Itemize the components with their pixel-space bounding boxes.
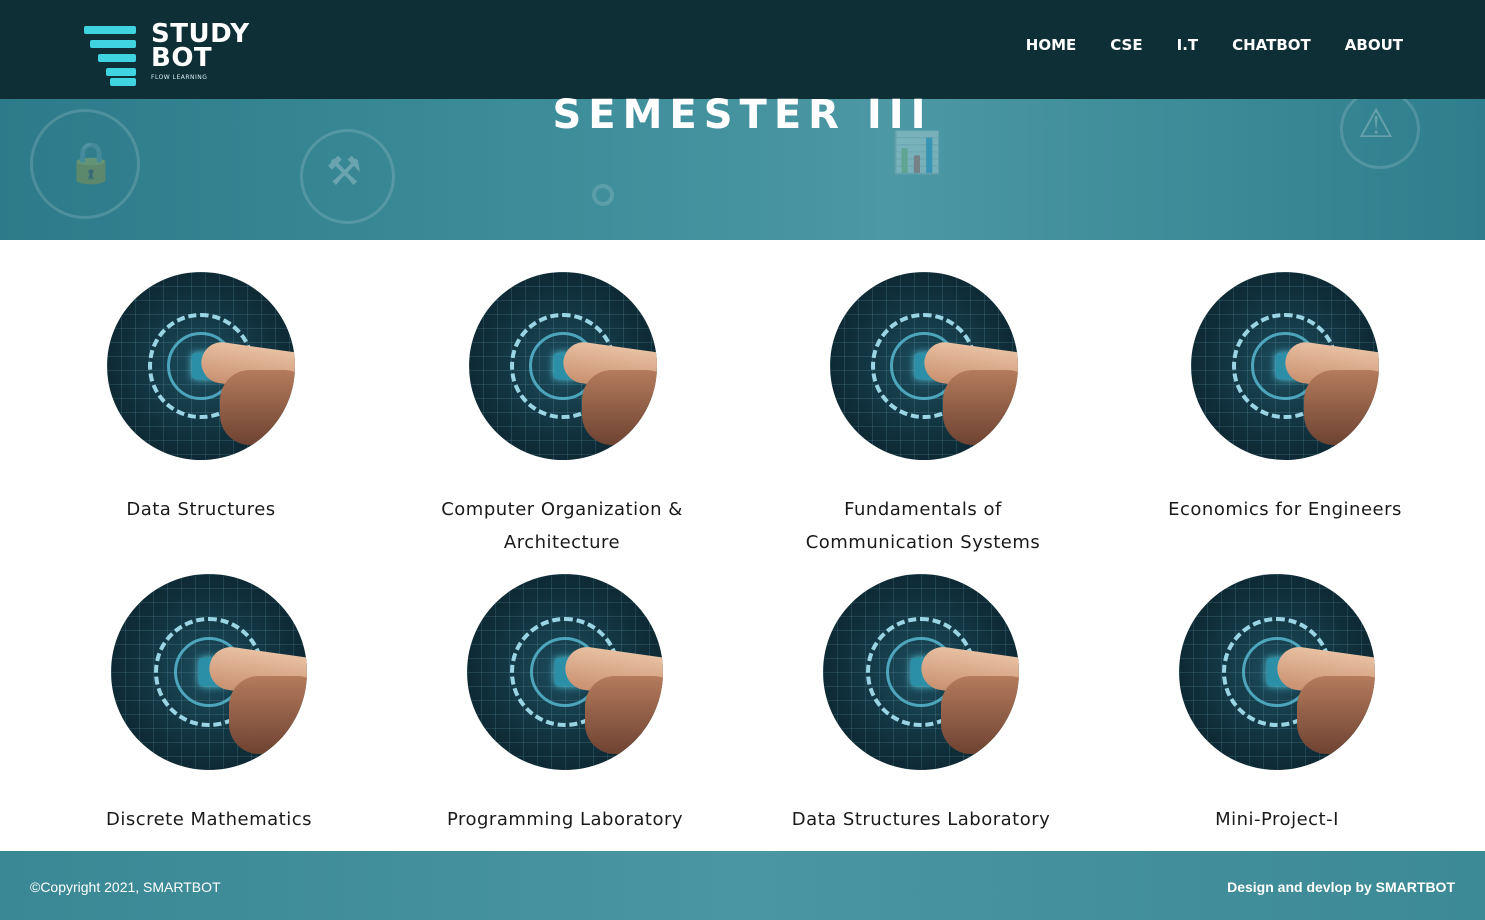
logo-bar-icon: [106, 68, 136, 76]
logo-line-2: BOT: [151, 43, 213, 73]
copyright-text: ©Copyright 2021, SMARTBOT: [30, 879, 221, 895]
nav-cse-link[interactable]: CSE: [1110, 36, 1142, 54]
credit-text: Design and devlop by SMARTBOT: [1227, 879, 1455, 895]
subject-card[interactable]: Data Structures: [51, 272, 351, 562]
subject-card[interactable]: Economics for Engineers: [1135, 272, 1435, 562]
logo-bar-icon: [90, 40, 136, 48]
lock-icon: 🔒: [66, 140, 116, 186]
subject-title: Mini-Project-I: [1215, 809, 1339, 830]
nav-it-link[interactable]: I.T: [1177, 36, 1199, 54]
footer: ©Copyright 2021, SMARTBOT Design and dev…: [0, 851, 1485, 920]
nav-home-link[interactable]: HOME: [1026, 36, 1076, 54]
fingerprint-touch-image: [1179, 574, 1375, 770]
node-dot-icon: [592, 184, 614, 206]
subject-title: Discrete Mathematics: [105, 809, 313, 830]
subject-card[interactable]: Programming Laboratory: [415, 574, 715, 836]
subject-title: Programming Laboratory: [446, 809, 684, 830]
tools-icon: ⚒: [326, 149, 362, 195]
top-navigation-bar: STUDY BOT FLOW LEARNING HOME CSE I.T CHA…: [0, 0, 1485, 99]
subject-title: Economics for Engineers: [1168, 499, 1402, 520]
subject-card[interactable]: Discrete Mathematics: [59, 574, 359, 836]
fingerprint-touch-image: [107, 272, 295, 460]
subject-card[interactable]: Computer Organization & Architecture: [412, 272, 712, 562]
subject-title: Data Structures: [126, 499, 276, 520]
nav-chatbot-link[interactable]: CHATBOT: [1232, 36, 1311, 54]
subject-card[interactable]: Fundamentals of Communication Systems: [773, 272, 1073, 562]
logo-bar-icon: [110, 78, 136, 86]
fingerprint-touch-image: [830, 272, 1018, 460]
main-nav: HOME CSE I.T CHATBOT ABOUT: [992, 36, 1403, 54]
subject-title: Fundamentals of Communication Systems: [805, 499, 1041, 553]
subject-card[interactable]: Data Structures Laboratory: [771, 574, 1071, 836]
logo-bar-icon: [84, 26, 136, 34]
fingerprint-touch-image: [469, 272, 657, 460]
page-title: SEMESTER III: [552, 92, 933, 138]
fingerprint-touch-image: [111, 574, 307, 770]
fingerprint-touch-image: [467, 574, 663, 770]
subject-title: Computer Organization & Architecture: [441, 499, 683, 553]
subject-card[interactable]: Mini-Project-I: [1127, 574, 1427, 836]
studybot-logo[interactable]: STUDY BOT FLOW LEARNING: [84, 21, 264, 88]
logo-title: STUDY BOT: [151, 21, 250, 73]
nav-about-link[interactable]: ABOUT: [1345, 36, 1403, 54]
fingerprint-touch-image: [823, 574, 1019, 770]
fingerprint-touch-image: [1191, 272, 1379, 460]
subject-title: Data Structures Laboratory: [791, 809, 1051, 830]
logo-subtitle: FLOW LEARNING: [151, 74, 208, 81]
logo-bar-icon: [98, 54, 136, 62]
